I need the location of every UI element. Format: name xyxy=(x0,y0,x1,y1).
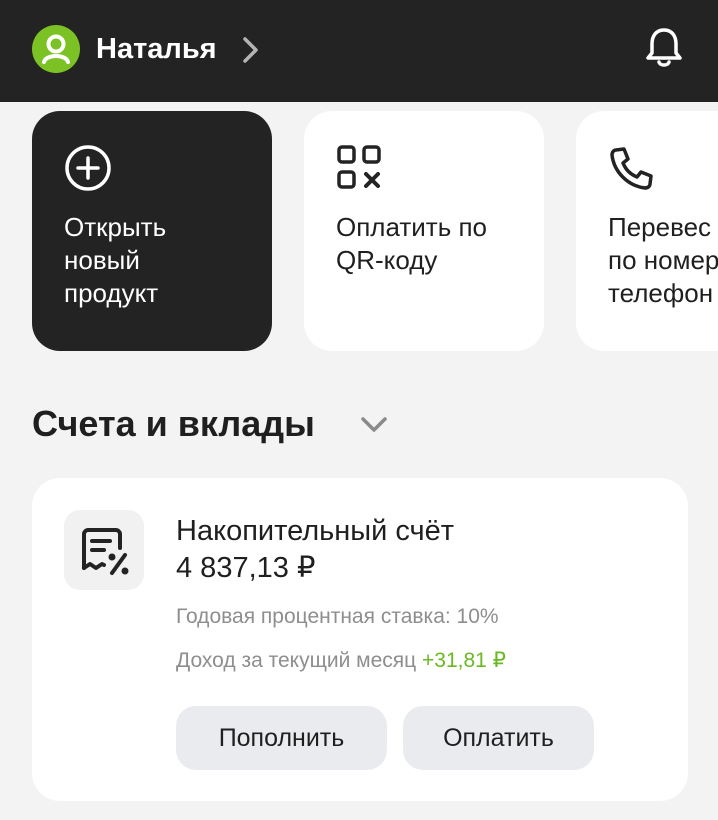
account-name: Накопительный счёт xyxy=(176,515,455,547)
chevron-down-icon[interactable] xyxy=(358,410,390,438)
phone-icon xyxy=(610,147,653,190)
user-icon[interactable] xyxy=(32,25,80,73)
open-product-label: Открыть новый продукт xyxy=(64,212,167,308)
qr-payment-tile[interactable]: Оплатить по QR-коду xyxy=(304,111,544,351)
account-balance: 4 837,13 ₽ xyxy=(176,552,316,584)
phone-transfer-label: Перевес по номер телефон xyxy=(608,212,718,308)
quick-actions: Открыть новый продукт Оплатить по QR-код… xyxy=(0,111,718,351)
qr-payment-label: Оплатить по QR-коду xyxy=(336,212,488,275)
monthly-income-value: +31,81 ₽ xyxy=(422,649,507,672)
savings-account-card[interactable]: Накопительный счёт 4 837,13 ₽ Годовая пр… xyxy=(32,478,688,801)
qr-code-icon xyxy=(337,145,381,189)
top-up-button[interactable]: Пополнить xyxy=(176,706,387,770)
chevron-right-icon[interactable] xyxy=(236,34,266,66)
monthly-income-label: Доход за текущий месяц xyxy=(176,649,423,672)
account-icon-tile xyxy=(64,510,144,590)
user-name[interactable]: Наталья xyxy=(96,30,217,68)
section-title[interactable]: Счета и вклады xyxy=(32,402,315,446)
plus-circle-icon xyxy=(65,145,111,191)
interest-rate: Годовая процентная ставка: 10% xyxy=(176,605,499,628)
monthly-income: Доход за текущий месяц +31,81 ₽ xyxy=(176,647,506,675)
bell-icon[interactable] xyxy=(640,24,688,72)
open-product-tile[interactable]: Открыть новый продукт xyxy=(32,111,272,351)
percent-document-icon xyxy=(82,528,129,575)
top-bar: Наталья xyxy=(0,0,718,102)
pay-button[interactable]: Оплатить xyxy=(403,706,594,770)
phone-transfer-tile[interactable]: Перевес по номер телефон xyxy=(576,111,718,351)
